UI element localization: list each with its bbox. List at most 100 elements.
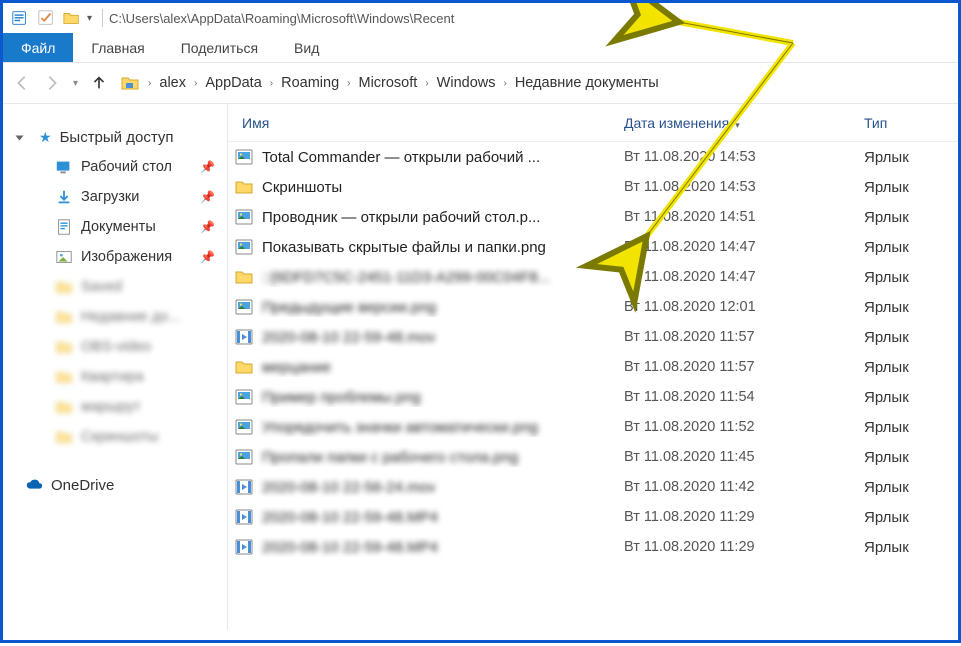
file-row[interactable]: ::{6DFD7C5C-2451-11D3-A299-00C04F8...Вт … bbox=[228, 262, 958, 292]
file-type: Ярлык bbox=[864, 209, 958, 226]
file-type: Ярлык bbox=[864, 299, 958, 316]
file-name: 2020-08-10 22-59-48.mov bbox=[262, 329, 435, 346]
picture-icon bbox=[55, 248, 73, 266]
column-headers: Имя Дата изменения▾ Тип bbox=[228, 104, 958, 142]
column-date[interactable]: Дата изменения▾ bbox=[624, 115, 864, 131]
sidebar-item[interactable]: Квартира bbox=[3, 362, 227, 392]
quick-access-toolbar: ▾ bbox=[9, 7, 96, 29]
file-row[interactable]: Пример проблемы.pngВт 11.08.2020 11:54Яр… bbox=[228, 382, 958, 412]
forward-icon[interactable] bbox=[43, 74, 61, 92]
file-row[interactable]: 2020-08-10 22-59-48.movВт 11.08.2020 11:… bbox=[228, 322, 958, 352]
file-name: Скриншоты bbox=[262, 179, 342, 196]
chevron-right-icon[interactable]: › bbox=[266, 78, 277, 89]
pin-icon: 📌 bbox=[200, 160, 215, 174]
file-row[interactable]: Проводник — открыли рабочий стол.p...Вт … bbox=[228, 202, 958, 232]
sidebar-label: Быстрый доступ bbox=[60, 129, 174, 146]
qat-dropdown-icon[interactable]: ▾ bbox=[87, 13, 92, 24]
file-date: Вт 11.08.2020 14:53 bbox=[624, 149, 864, 165]
sidebar-label: Загрузки bbox=[81, 189, 139, 205]
file-list: Имя Дата изменения▾ Тип Total Commander … bbox=[228, 104, 958, 630]
crumb-alex[interactable]: alex bbox=[155, 75, 190, 91]
file-name: Пример проблемы.png bbox=[262, 389, 421, 406]
file-name: ::{6DFD7C5C-2451-11D3-A299-00C04F8... bbox=[262, 269, 550, 286]
file-type: Ярлык bbox=[864, 539, 958, 556]
address-row: ▾ › alex› AppData› Roaming› Microsoft› W… bbox=[3, 63, 958, 103]
file-row[interactable]: Пропали папки с рабочего стола.png Вт 11.… bbox=[228, 442, 958, 472]
sidebar-documents[interactable]: Документы 📌 bbox=[3, 212, 227, 242]
sidebar-label: OneDrive bbox=[51, 477, 114, 494]
crumb-microsoft[interactable]: Microsoft bbox=[354, 75, 421, 91]
sidebar-item[interactable]: Saved bbox=[3, 272, 227, 302]
folder-icon bbox=[55, 338, 73, 356]
back-icon[interactable] bbox=[13, 74, 31, 92]
sidebar-pictures[interactable]: Изображения 📌 bbox=[3, 242, 227, 272]
folder-icon bbox=[55, 398, 73, 416]
img-icon bbox=[234, 147, 254, 167]
breadcrumb-bar[interactable]: › alex› AppData› Roaming› Microsoft› Win… bbox=[120, 69, 948, 97]
divider bbox=[102, 9, 103, 27]
file-date: Вт 11.08.2020 11:45 bbox=[624, 449, 864, 465]
tab-view[interactable]: Вид bbox=[276, 33, 337, 62]
file-date: Вт 11.08.2020 12:01 bbox=[624, 299, 864, 315]
img-icon bbox=[234, 207, 254, 227]
file-name: Упорядочить значки автоматически.png bbox=[262, 419, 538, 436]
video-icon bbox=[234, 327, 254, 347]
sidebar-item[interactable]: Скриншоты bbox=[3, 422, 227, 452]
column-type[interactable]: Тип bbox=[864, 115, 958, 131]
crumb-windows[interactable]: Windows bbox=[433, 75, 500, 91]
column-name[interactable]: Имя bbox=[234, 115, 624, 131]
sidebar-item[interactable]: Недавние до... bbox=[3, 302, 227, 332]
chevron-right-icon[interactable]: › bbox=[343, 78, 354, 89]
location-folder-icon bbox=[120, 73, 140, 93]
document-icon bbox=[55, 218, 73, 236]
img-icon bbox=[234, 417, 254, 437]
select-icon[interactable] bbox=[35, 7, 57, 29]
tab-home[interactable]: Главная bbox=[73, 33, 162, 62]
sort-desc-icon: ▾ bbox=[735, 120, 740, 130]
sidebar-quick-access[interactable]: ★ Быстрый доступ bbox=[3, 122, 227, 152]
properties-icon[interactable] bbox=[9, 7, 31, 29]
img-icon bbox=[234, 297, 254, 317]
tab-share[interactable]: Поделиться bbox=[163, 33, 276, 62]
crumb-recent[interactable]: Недавние документы bbox=[511, 75, 663, 91]
file-row[interactable]: 2020-08-10 22-56-24.movВт 11.08.2020 11:… bbox=[228, 472, 958, 502]
file-date: Вт 11.08.2020 11:29 bbox=[624, 539, 864, 555]
sidebar-item[interactable]: маршрут bbox=[3, 392, 227, 422]
file-date: Вт 11.08.2020 14:51 bbox=[624, 209, 864, 225]
file-date: Вт 11.08.2020 11:54 bbox=[624, 389, 864, 405]
file-row[interactable]: мерцаниеВт 11.08.2020 11:57Ярлык bbox=[228, 352, 958, 382]
crumb-appdata[interactable]: AppData bbox=[201, 75, 265, 91]
up-icon[interactable] bbox=[90, 74, 108, 92]
chevron-right-icon[interactable]: › bbox=[421, 78, 432, 89]
recent-locations-icon[interactable]: ▾ bbox=[73, 78, 78, 89]
nav-buttons: ▾ bbox=[13, 74, 108, 92]
chevron-right-icon[interactable]: › bbox=[190, 78, 201, 89]
chevron-right-icon[interactable]: › bbox=[144, 78, 155, 89]
file-name: Пропали папки с рабочего стола.png bbox=[262, 449, 518, 466]
video-icon bbox=[234, 477, 254, 497]
file-name: Показывать скрытые файлы и папки.png bbox=[262, 239, 546, 256]
file-type: Ярлык bbox=[864, 509, 958, 526]
folder-icon bbox=[55, 278, 73, 296]
file-row[interactable]: Показывать скрытые файлы и папки.pngВт 1… bbox=[228, 232, 958, 262]
file-row[interactable]: Total Commander — открыли рабочий ...Вт … bbox=[228, 142, 958, 172]
tab-file[interactable]: Файл bbox=[3, 33, 73, 62]
chevron-right-icon[interactable]: › bbox=[499, 78, 510, 89]
sidebar-downloads[interactable]: Загрузки 📌 bbox=[3, 182, 227, 212]
download-icon bbox=[55, 188, 73, 206]
sidebar-onedrive[interactable]: OneDrive bbox=[3, 470, 227, 500]
file-type: Ярлык bbox=[864, 239, 958, 256]
file-row[interactable]: 2020-08-10 22-59-48.MP4Вт 11.08.2020 11:… bbox=[228, 502, 958, 532]
file-date: Вт 11.08.2020 11:29 bbox=[624, 509, 864, 525]
sidebar-item[interactable]: OBS-video bbox=[3, 332, 227, 362]
crumb-roaming[interactable]: Roaming bbox=[277, 75, 343, 91]
file-row[interactable]: Предыдущие версии.pngВт 11.08.2020 12:01… bbox=[228, 292, 958, 322]
img-icon bbox=[234, 447, 254, 467]
file-type: Ярлык bbox=[864, 359, 958, 376]
file-row[interactable]: СкриншотыВт 11.08.2020 14:53Ярлык bbox=[228, 172, 958, 202]
file-row[interactable]: 2020-08-10 22-59-48.MP4Вт 11.08.2020 11:… bbox=[228, 532, 958, 562]
folder-icon bbox=[234, 357, 254, 377]
new-folder-icon[interactable] bbox=[61, 7, 83, 29]
sidebar-desktop[interactable]: Рабочий стол 📌 bbox=[3, 152, 227, 182]
file-row[interactable]: Упорядочить значки автоматически.pngВт 1… bbox=[228, 412, 958, 442]
